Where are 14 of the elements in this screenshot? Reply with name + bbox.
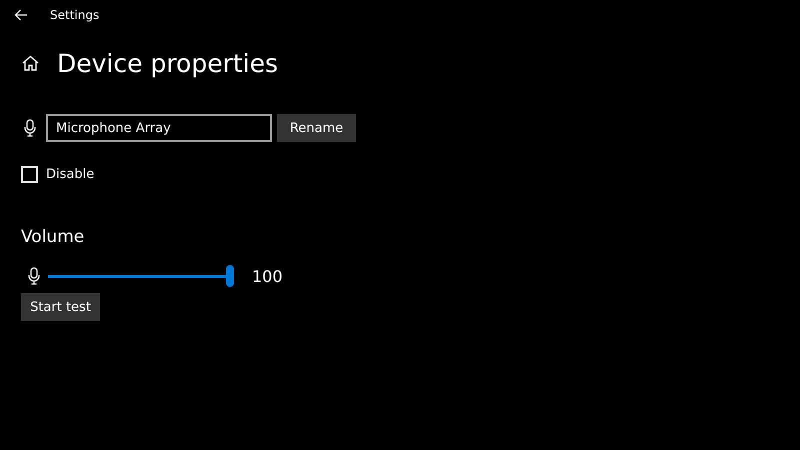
- rename-button[interactable]: Rename: [277, 114, 356, 142]
- microphone-icon: [24, 119, 36, 137]
- checkbox[interactable]: [21, 166, 38, 183]
- device-name-field[interactable]: Microphone Array: [46, 114, 272, 142]
- home-icon[interactable]: [22, 55, 39, 71]
- page-title: Device properties: [57, 48, 278, 78]
- volume-value: 100: [252, 266, 283, 286]
- checkbox-label: Disable: [46, 167, 94, 182]
- section-heading: Volume: [21, 227, 84, 247]
- window-title: Settings: [50, 8, 100, 22]
- start-test-button[interactable]: Start test: [21, 293, 100, 321]
- back-icon[interactable]: [14, 9, 28, 21]
- microphone-icon: [28, 267, 40, 285]
- slider-thumb[interactable]: [226, 265, 234, 287]
